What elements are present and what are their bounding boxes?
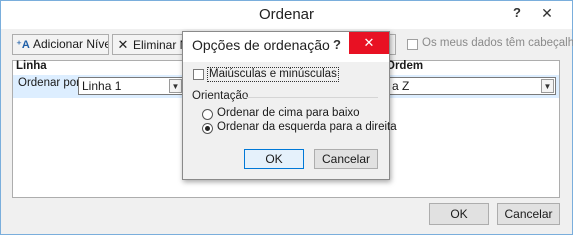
close-button[interactable]: ✕ <box>535 3 559 23</box>
delete-icon: ✕ <box>117 37 129 52</box>
help-button[interactable]: ? <box>507 3 527 23</box>
sort-dialog-titlebar: Ordenar <box>1 1 572 29</box>
add-level-icon: ⁺A <box>16 39 30 51</box>
options-cancel-button[interactable]: Cancelar <box>314 149 378 169</box>
delete-level-label: Eliminar Ní <box>133 38 183 52</box>
options-close-button[interactable]: ✕ <box>349 32 389 54</box>
column-header-linha: Linha <box>16 60 47 72</box>
options-ok-button[interactable]: OK <box>244 149 304 169</box>
add-level-button[interactable]: ⁺A Adicionar Nível <box>12 34 109 55</box>
radio-top-to-bottom-label: Ordenar de cima para baixo <box>217 107 360 119</box>
cancel-button[interactable]: Cancelar <box>497 203 560 225</box>
add-level-label: Adicionar Nível <box>33 37 109 51</box>
column-header-ordem: Ordem <box>386 60 424 72</box>
headers-checkbox[interactable] <box>407 39 418 50</box>
orientation-group-label: Orientação <box>192 90 249 102</box>
ok-button[interactable]: OK <box>429 203 489 225</box>
radio-top-to-bottom[interactable] <box>202 109 213 120</box>
sort-field-value: Linha 1 <box>82 79 122 93</box>
chevron-down-icon[interactable]: ▼ <box>541 79 554 93</box>
headers-checkbox-label: Os meus dados têm cabeçalhos <box>422 37 573 49</box>
options-help-button[interactable]: ? <box>329 36 345 54</box>
case-sensitive-label: Maiúsculas e minúsculas <box>207 67 339 82</box>
radio-left-to-right[interactable] <box>202 123 213 134</box>
group-divider <box>246 97 378 98</box>
order-value: a Z <box>392 79 410 93</box>
case-sensitive-checkbox[interactable] <box>193 69 204 80</box>
sort-field-dropdown[interactable]: Linha 1 ▼ <box>78 77 184 95</box>
delete-level-button[interactable]: ✕ Eliminar Ní <box>112 34 184 55</box>
sort-by-label: Ordenar por <box>18 77 81 89</box>
radio-left-to-right-label: Ordenar da esquerda para a direita <box>217 121 397 133</box>
order-dropdown[interactable]: a Z ▼ <box>388 77 556 95</box>
chevron-down-icon[interactable]: ▼ <box>169 79 182 93</box>
sort-options-title: Opções de ordenação <box>192 37 330 53</box>
sort-dialog-title: Ordenar <box>258 6 315 23</box>
